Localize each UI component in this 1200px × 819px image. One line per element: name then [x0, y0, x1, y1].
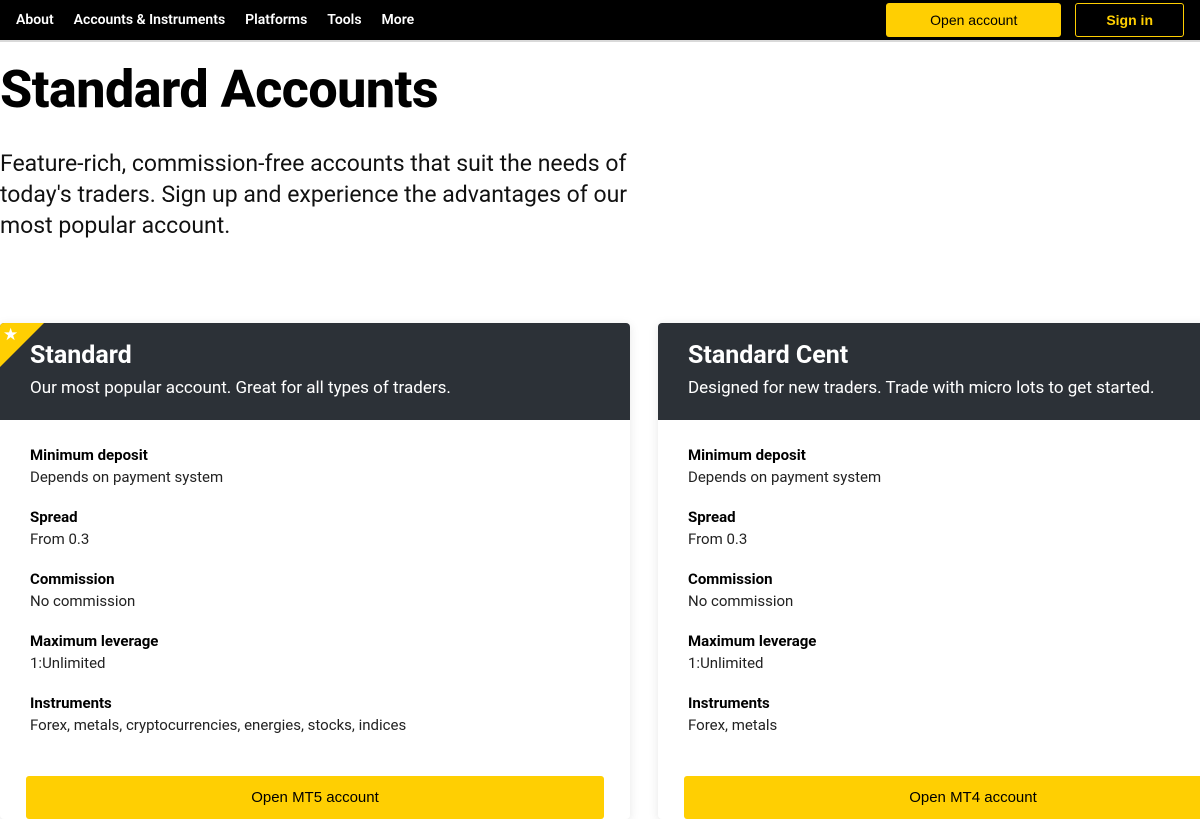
- open-mt5-account-button[interactable]: Open MT5 account: [26, 776, 604, 819]
- nav-platforms[interactable]: Platforms: [245, 12, 307, 28]
- spec-value: No commission: [688, 592, 1200, 610]
- nav-tools[interactable]: Tools: [327, 12, 361, 28]
- page-title: Standard Accounts: [0, 60, 1200, 120]
- nav-about[interactable]: About: [16, 12, 54, 28]
- card-title: Standard Cent: [688, 341, 1200, 370]
- spec-maximum-leverage: Maximum leverage 1:Unlimited: [30, 632, 600, 672]
- star-icon: ★: [3, 327, 18, 344]
- card-footer: Open MT4 account: [658, 766, 1200, 819]
- spec-label: Commission: [30, 570, 600, 588]
- card-header: Standard Cent Designed for new traders. …: [658, 323, 1200, 420]
- spec-value: Forex, metals, cryptocurrencies, energie…: [30, 716, 600, 734]
- nav-links: About Accounts & Instruments Platforms T…: [16, 12, 414, 28]
- nav-more[interactable]: More: [382, 12, 415, 28]
- spec-instruments: Instruments Forex, metals, cryptocurrenc…: [30, 694, 600, 734]
- card-standard: ★ Standard Our most popular account. Gre…: [0, 323, 630, 819]
- spec-commission: Commission No commission: [30, 570, 600, 610]
- spec-value: No commission: [30, 592, 600, 610]
- spec-label: Spread: [688, 508, 1200, 526]
- spec-value: Depends on payment system: [30, 468, 600, 486]
- open-mt4-account-button[interactable]: Open MT4 account: [684, 776, 1200, 819]
- card-description: Designed for new traders. Trade with mic…: [688, 378, 1200, 398]
- nav-accounts-instruments[interactable]: Accounts & Instruments: [74, 12, 225, 28]
- sign-in-button[interactable]: Sign in: [1075, 3, 1184, 37]
- spec-value: From 0.3: [688, 530, 1200, 548]
- spec-spread: Spread From 0.3: [30, 508, 600, 548]
- spec-label: Instruments: [30, 694, 600, 712]
- spec-label: Instruments: [688, 694, 1200, 712]
- page-header: Standard Accounts Feature-rich, commissi…: [0, 42, 1200, 241]
- page-subtitle: Feature-rich, commission-free accounts t…: [0, 148, 680, 241]
- account-cards-row: ★ Standard Our most popular account. Gre…: [0, 323, 1200, 819]
- spec-value: 1:Unlimited: [30, 654, 600, 672]
- card-footer: Open MT5 account: [0, 766, 630, 819]
- spec-value: From 0.3: [30, 530, 600, 548]
- spec-value: 1:Unlimited: [688, 654, 1200, 672]
- card-body: Minimum deposit Depends on payment syste…: [0, 420, 630, 766]
- spec-maximum-leverage: Maximum leverage 1:Unlimited: [688, 632, 1200, 672]
- spec-minimum-deposit: Minimum deposit Depends on payment syste…: [688, 446, 1200, 486]
- top-nav-bar: About Accounts & Instruments Platforms T…: [0, 0, 1200, 42]
- spec-label: Minimum deposit: [30, 446, 600, 464]
- spec-spread: Spread From 0.3: [688, 508, 1200, 548]
- card-description: Our most popular account. Great for all …: [30, 378, 600, 398]
- spec-label: Maximum leverage: [30, 632, 600, 650]
- card-title: Standard: [30, 341, 600, 370]
- spec-value: Forex, metals: [688, 716, 1200, 734]
- card-standard-cent: Standard Cent Designed for new traders. …: [658, 323, 1200, 819]
- spec-label: Spread: [30, 508, 600, 526]
- spec-label: Commission: [688, 570, 1200, 588]
- open-account-button[interactable]: Open account: [886, 3, 1061, 37]
- spec-value: Depends on payment system: [688, 468, 1200, 486]
- card-header: Standard Our most popular account. Great…: [0, 323, 630, 420]
- spec-label: Minimum deposit: [688, 446, 1200, 464]
- spec-commission: Commission No commission: [688, 570, 1200, 610]
- card-body: Minimum deposit Depends on payment syste…: [658, 420, 1200, 766]
- spec-label: Maximum leverage: [688, 632, 1200, 650]
- spec-instruments: Instruments Forex, metals: [688, 694, 1200, 734]
- top-buttons: Open account Sign in: [886, 3, 1184, 37]
- spec-minimum-deposit: Minimum deposit Depends on payment syste…: [30, 446, 600, 486]
